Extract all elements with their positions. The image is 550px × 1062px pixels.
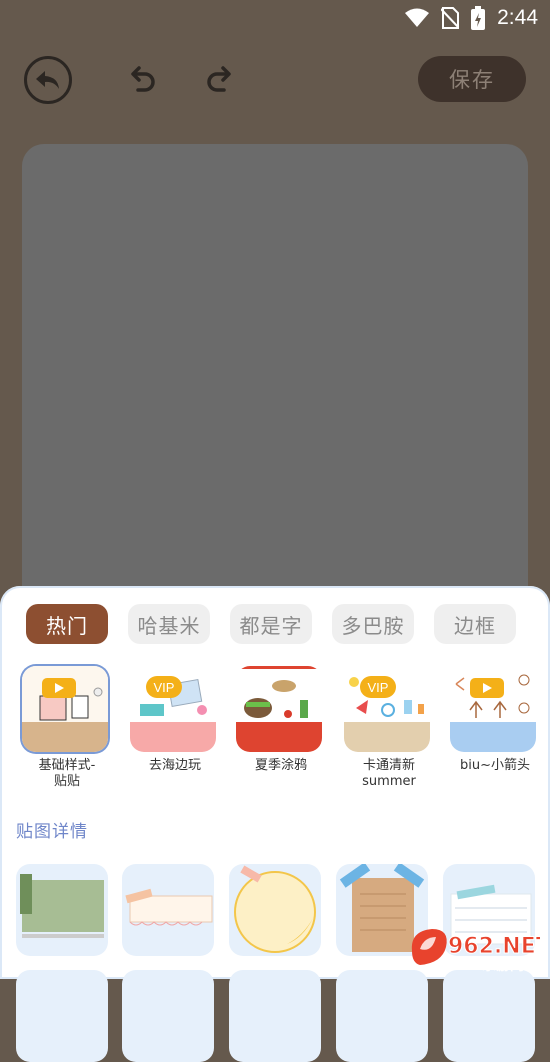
sticker-item[interactable] (122, 970, 214, 1062)
sticker-pack-list: 基础样式- 贴贴 VIP 去海边玩 夏季涂鸦 VIP 卡通清新 summer b… (0, 666, 550, 796)
watermark-logo: 962.NET 乐游网 (411, 929, 550, 974)
battery-charging-icon (471, 6, 486, 30)
sticker-pack-thumbnail (22, 666, 108, 752)
tab-hajimi[interactable]: 哈基米 (128, 604, 210, 644)
redo-icon (207, 66, 231, 92)
sticker-item[interactable] (229, 970, 321, 1062)
sticker-pack-thumbnail: VIP (130, 666, 216, 752)
status-icons: 2:44 (405, 6, 538, 30)
tab-dopamine[interactable]: 多巴胺 (332, 604, 414, 644)
vip-badge: VIP (360, 676, 396, 698)
sticker-pack-summer-doodle[interactable]: 夏季涂鸦 (236, 666, 326, 774)
sticker-image (20, 874, 104, 938)
sticker-pack-thumbnail: VIP (344, 666, 430, 752)
sticker-item[interactable] (16, 864, 108, 956)
sticker-pack-thumbnail (236, 666, 322, 752)
save-button[interactable]: 保存 (418, 56, 526, 102)
tab-all-text[interactable]: 都是字 (230, 604, 312, 644)
play-badge (42, 678, 76, 698)
redo-button[interactable] (202, 64, 236, 98)
no-sim-icon (441, 7, 460, 29)
sticker-item[interactable] (16, 970, 108, 1062)
sticker-pack-beach[interactable]: VIP 去海边玩 (130, 666, 220, 774)
category-tabs: 热门 哈基米 都是字 多巴胺 边框 (26, 604, 516, 644)
undo-button[interactable] (126, 64, 160, 98)
sticker-pack-label: 去海边玩 (148, 758, 201, 773)
play-icon (483, 683, 492, 693)
top-toolbar: 保存 (0, 50, 550, 110)
sticker-pack-label: 基础样式- 贴贴 (38, 758, 96, 789)
sticker-pack-arrows[interactable]: biu~小箭头 (450, 666, 540, 774)
sticker-panel: 热门 哈基米 都是字 多巴胺 边框 基础样式- 贴贴 VIP 去海边玩 夏季涂鸦… (0, 586, 550, 1062)
status-time: 2:44 (497, 6, 538, 29)
watermark-text: 962.NET (448, 934, 540, 959)
wifi-icon (405, 8, 430, 27)
sticker-pack-cartoon-summer[interactable]: VIP 卡通清新 summer (344, 666, 434, 790)
tab-frame[interactable]: 边框 (434, 604, 516, 644)
section-title: 贴图详情 (16, 822, 88, 842)
sticker-pack-thumbnail (450, 666, 536, 752)
sticker-item[interactable] (229, 864, 321, 956)
sticker-image (234, 865, 316, 953)
sticker-pack-label: 夏季涂鸦 (254, 758, 307, 773)
tab-hot[interactable]: 热门 (26, 604, 108, 644)
sticker-pack-label: biu~小箭头 (460, 758, 530, 773)
undo-icon (131, 66, 155, 92)
watermark-subtext: 乐游网 (482, 957, 524, 973)
sticker-item[interactable] (122, 864, 214, 956)
editor-canvas[interactable] (22, 144, 528, 614)
play-badge (470, 678, 504, 698)
sticker-pack-basic[interactable]: 基础样式- 贴贴 (22, 666, 112, 790)
status-bar: 2:44 (0, 0, 550, 36)
back-arrow-icon (36, 71, 59, 89)
sticker-item[interactable] (336, 970, 428, 1062)
site-watermark: 962.NET 乐游网 (406, 923, 550, 974)
sticker-preview-image (236, 666, 322, 752)
sticker-image (125, 888, 213, 926)
back-button[interactable] (24, 56, 72, 104)
sticker-pack-label: 卡通清新 summer (362, 758, 416, 789)
play-icon (55, 683, 64, 693)
vip-badge: VIP (146, 676, 182, 698)
sticker-item[interactable] (443, 970, 535, 1062)
